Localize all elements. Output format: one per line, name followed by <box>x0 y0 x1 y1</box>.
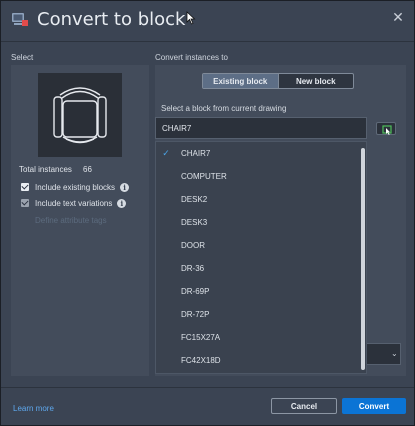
scrollbar-thumb[interactable] <box>361 148 365 370</box>
check-icon: ✓ <box>162 148 170 158</box>
select-panel: Total instances 66 Include existing bloc… <box>11 65 149 376</box>
dropdown-item[interactable]: FC15X27A <box>156 326 356 349</box>
dropdown-item[interactable]: DR-72P <box>156 303 356 326</box>
select-section-label: Select <box>11 53 34 62</box>
include-text-label: Include text variations <box>35 198 113 208</box>
dropdown-item[interactable]: DR-69P <box>156 280 356 303</box>
dropdown-item[interactable]: DOOR <box>156 234 356 257</box>
chair-preview-icon <box>53 87 107 144</box>
new-block-tab[interactable]: New block <box>279 74 354 88</box>
convert-to-block-dialog: Convert to block ✕ Select Convert instan… <box>0 0 415 426</box>
include-existing-checkbox[interactable] <box>21 183 29 191</box>
define-attribute-tags-link: Define attribute tags <box>35 216 107 225</box>
mouse-cursor-icon <box>186 11 196 25</box>
selected-block-value: CHAIR7 <box>162 124 192 133</box>
dropdown-item[interactable]: ✓ CHAIR7 <box>156 142 356 165</box>
pick-block-icon <box>382 125 392 135</box>
title-divider <box>1 41 414 42</box>
dropdown-item[interactable]: DESK3 <box>156 211 356 234</box>
info-icon[interactable]: i <box>120 182 130 192</box>
dropdown-item[interactable]: FC42X18D <box>156 349 356 372</box>
dropdown-item[interactable]: DESK2 <box>156 188 356 211</box>
block-type-toggle: Existing block New block <box>202 73 354 89</box>
learn-more-link[interactable]: Learn more <box>13 404 54 413</box>
dialog-title: Convert to block <box>37 9 186 30</box>
dropdown-item[interactable]: COMPUTER <box>156 165 356 188</box>
cancel-button[interactable]: Cancel <box>271 398 337 414</box>
convert-button[interactable]: Convert <box>342 398 406 414</box>
convert-section-label: Convert instances to <box>155 53 228 62</box>
block-dropdown-list[interactable]: ✓ CHAIR7 COMPUTER DESK2 DESK3 DOOR DR-36… <box>155 141 367 374</box>
total-instances-value: 66 <box>83 165 92 174</box>
close-icon[interactable]: ✕ <box>392 10 404 24</box>
title-bar[interactable]: Convert to block ✕ <box>1 1 414 39</box>
include-text-row[interactable]: Include text variations i <box>21 197 127 209</box>
block-select[interactable]: CHAIR7 <box>155 117 367 139</box>
dialog-footer: Learn more Cancel Convert <box>1 387 414 425</box>
dropdown-item[interactable]: DR-36 <box>156 257 356 280</box>
include-text-checkbox[interactable] <box>21 199 29 207</box>
select-block-label: Select a block from current drawing <box>161 104 287 113</box>
pick-block-button[interactable] <box>376 122 396 135</box>
include-existing-row[interactable]: Include existing blocks i <box>21 181 130 193</box>
existing-block-tab[interactable]: Existing block <box>203 74 279 88</box>
chevron-down-icon: ⌄ <box>391 349 398 358</box>
include-existing-label: Include existing blocks <box>35 182 116 192</box>
info-icon[interactable]: i <box>117 198 127 208</box>
block-preview <box>38 73 122 157</box>
total-instances-label: Total instances <box>19 165 72 174</box>
convert-block-icon <box>12 13 28 26</box>
